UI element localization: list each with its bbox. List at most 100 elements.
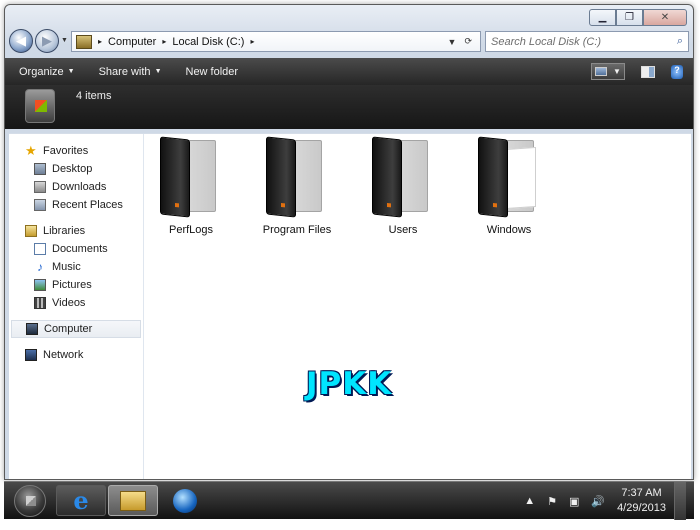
maximize-button[interactable]: ❐	[616, 9, 643, 26]
taskbar-internet-explorer[interactable]: e	[56, 485, 106, 516]
desktop-icon	[34, 163, 46, 175]
refresh-icon[interactable]: ⟳	[464, 36, 472, 47]
content-area: ★ Favorites Desktop Downloads Recent Pla…	[9, 133, 691, 479]
sidebar-item-label: Favorites	[43, 145, 89, 157]
clock-date: 4/29/2013	[617, 502, 666, 514]
change-view-button[interactable]: ▼	[591, 63, 625, 80]
folder-item-perflogs[interactable]: PerfLogs	[146, 136, 236, 240]
show-desktop-button[interactable]	[674, 482, 686, 520]
close-button[interactable]: ✕	[643, 9, 687, 26]
sidebar-item-label: Network	[43, 349, 84, 361]
navigation-pane: ★ Favorites Desktop Downloads Recent Pla…	[9, 134, 144, 479]
downloads-icon	[34, 181, 46, 193]
sidebar-item-recent-places[interactable]: Recent Places	[9, 196, 143, 214]
crumb-separator[interactable]: ▸	[250, 37, 254, 46]
network-status-icon[interactable]: ▣	[569, 495, 579, 508]
recent-places-icon	[34, 199, 46, 211]
forward-button[interactable]: ▶	[35, 29, 59, 53]
sidebar-item-downloads[interactable]: Downloads	[9, 178, 143, 196]
sidebar-item-label: Documents	[52, 243, 108, 255]
folder-label: Windows	[486, 224, 532, 236]
folder-label: PerfLogs	[168, 224, 214, 236]
taskbar-windows-explorer[interactable]	[108, 485, 158, 516]
media-player-icon	[173, 488, 197, 513]
navigation-row: ◀ ▶ ▼ ▸ Computer ▸ Local Disk (C:) ▸ ▼ ⟳…	[5, 27, 693, 57]
details-header: 4 items	[5, 85, 693, 129]
address-bar[interactable]: ▸ Computer ▸ Local Disk (C:) ▸ ▼ ⟳	[71, 31, 481, 52]
folder-label: Users	[388, 224, 418, 236]
organize-button[interactable]: Organize ▼	[19, 66, 75, 78]
system-tray: ▲ ⚑ ▣ 🔊 7:37 AM 4/29/2013	[524, 482, 686, 520]
watermark-text: JPKK	[306, 366, 393, 402]
computer-icon	[26, 323, 38, 335]
caption-buttons: ▁ ❐ ✕	[589, 9, 687, 26]
taskbar-media-player[interactable]	[160, 485, 210, 516]
sidebar-item-network[interactable]: Network	[9, 346, 143, 364]
action-center-icon[interactable]: ⚑	[547, 495, 557, 508]
sidebar-item-desktop[interactable]: Desktop	[9, 160, 143, 178]
breadcrumb-local-disk[interactable]: Local Disk (C:)	[172, 36, 244, 48]
search-input[interactable]: Search Local Disk (C:)	[491, 36, 601, 48]
view-icon	[595, 67, 608, 76]
crumb-separator[interactable]: ▸	[162, 37, 166, 46]
star-icon: ★	[25, 143, 37, 158]
preview-pane-button[interactable]	[641, 65, 655, 78]
crumb-separator[interactable]: ▸	[98, 37, 102, 46]
chevron-down-icon[interactable]: ▼	[613, 67, 621, 76]
explorer-window: ▁ ❐ ✕ ◀ ▶ ▼ ▸ Computer ▸ Local Disk (C:)…	[4, 4, 694, 480]
pictures-icon	[34, 279, 46, 291]
minimize-button[interactable]: ▁	[589, 9, 616, 26]
share-with-button[interactable]: Share with ▼	[99, 66, 162, 78]
back-button[interactable]: ◀	[9, 29, 33, 53]
start-button[interactable]	[14, 485, 46, 517]
sidebar-item-documents[interactable]: Documents	[9, 240, 143, 258]
organize-label: Organize	[19, 65, 64, 78]
sidebar-item-label: Pictures	[52, 279, 92, 291]
drive-icon	[76, 34, 92, 49]
sidebar-item-label: Libraries	[43, 225, 86, 237]
folder-icon	[368, 136, 438, 220]
volume-icon[interactable]: 🔊	[591, 495, 605, 508]
internet-explorer-icon: e	[73, 486, 89, 515]
sidebar-item-favorites[interactable]: ★ Favorites	[9, 142, 143, 160]
folder-icon	[474, 136, 544, 220]
show-hidden-icons-icon[interactable]: ▲	[524, 495, 535, 507]
libraries-icon	[25, 225, 37, 237]
search-box[interactable]: Search Local Disk (C:) ⌕	[485, 31, 689, 52]
music-icon: ♪	[37, 260, 43, 274]
clock[interactable]: 7:37 AM 4/29/2013	[617, 486, 666, 516]
sidebar-item-computer[interactable]: Computer	[11, 320, 141, 338]
share-with-label: Share with	[98, 65, 151, 78]
videos-icon	[34, 297, 46, 309]
sidebar-item-label: Downloads	[52, 181, 107, 193]
help-button[interactable]: ?	[671, 64, 683, 79]
folder-label: Program Files	[262, 224, 332, 236]
sidebar-item-label: Computer	[44, 323, 93, 335]
clock-time: 7:37 AM	[621, 487, 662, 499]
item-count: 4 items	[76, 90, 112, 102]
folder-icon	[156, 136, 226, 220]
network-icon	[25, 349, 37, 361]
sidebar-item-label: Music	[52, 261, 81, 273]
address-dropdown-icon[interactable]: ▼	[448, 37, 457, 47]
folder-item-users[interactable]: Users	[358, 136, 448, 240]
sidebar-item-music[interactable]: ♪ Music	[9, 258, 143, 276]
command-bar: Organize ▼ Share with ▼ New folder ▼ ?	[5, 58, 693, 85]
documents-icon	[34, 243, 46, 255]
folder-item-windows[interactable]: Windows	[464, 136, 554, 240]
sidebar-item-libraries[interactable]: Libraries	[9, 222, 143, 240]
folder-item-program-files[interactable]: Program Files	[252, 136, 342, 240]
folder-icon	[262, 136, 332, 220]
chevron-down-icon: ▼	[67, 68, 75, 75]
breadcrumb-computer[interactable]: Computer	[108, 36, 156, 48]
sidebar-item-label: Recent Places	[52, 199, 123, 211]
sidebar-item-label: Desktop	[52, 163, 93, 175]
sidebar-item-videos[interactable]: Videos	[9, 294, 143, 312]
history-dropdown[interactable]: ▼	[61, 37, 68, 44]
chevron-down-icon: ▼	[154, 68, 162, 75]
windows-explorer-icon	[120, 490, 146, 511]
search-icon[interactable]: ⌕	[677, 35, 683, 48]
sidebar-item-pictures[interactable]: Pictures	[9, 276, 143, 294]
new-folder-button[interactable]: New folder	[186, 66, 239, 78]
taskbar: e ▲ ⚑ ▣ 🔊 7:37 AM 4/29/2013	[4, 481, 694, 520]
